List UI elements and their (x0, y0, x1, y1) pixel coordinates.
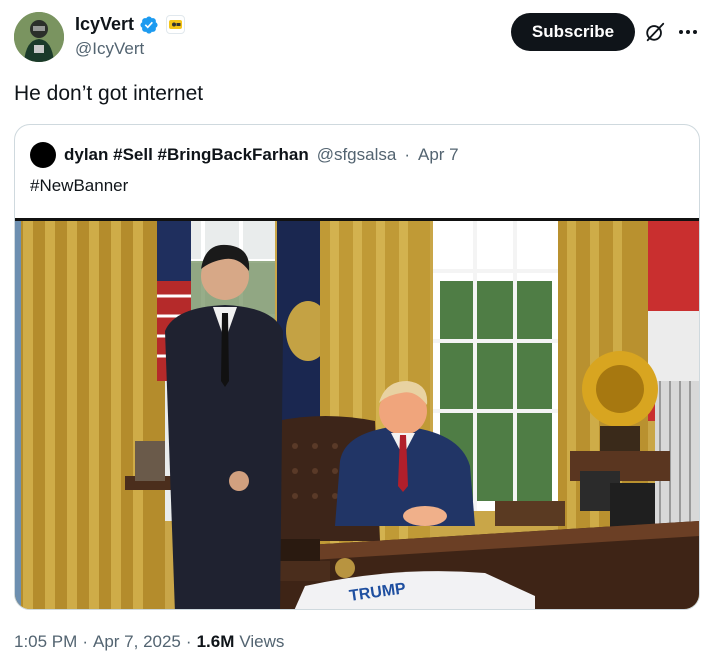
grok-icon[interactable] (644, 21, 666, 43)
quoted-author-display-name[interactable]: dylan #Sell #BringBackFarhan (64, 145, 309, 165)
quoted-tweet-card[interactable]: dylan #Sell #BringBackFarhan @sfgsalsa ·… (14, 124, 700, 610)
verified-badge-icon[interactable] (139, 15, 159, 35)
quoted-tweet-text[interactable]: #NewBanner (30, 176, 128, 196)
author-display-name[interactable]: IcyVert (75, 14, 134, 35)
more-icon[interactable] (676, 20, 700, 44)
views-label: Views (239, 632, 285, 651)
quoted-tweet-header: dylan #Sell #BringBackFarhan @sfgsalsa ·… (30, 142, 459, 168)
tweet-time[interactable]: 1:05 PM (14, 632, 77, 652)
author-name-row: IcyVert (75, 14, 186, 35)
oval-office-photo: TRUMP (15, 221, 699, 609)
quoted-tweet-image[interactable]: TRUMP (15, 218, 699, 609)
tweet-date[interactable]: Apr 7, 2025 (93, 632, 181, 652)
subscribe-button[interactable]: Subscribe (511, 13, 635, 51)
quoted-author-avatar[interactable] (30, 142, 56, 168)
quoted-date[interactable]: Apr 7 (418, 145, 459, 165)
author-avatar[interactable] (14, 12, 64, 62)
meta-separator: · (185, 632, 192, 651)
quoted-author-handle[interactable]: @sfgsalsa (317, 145, 397, 165)
views-count: 1.6M (196, 632, 235, 651)
tweet-meta: 1:05 PM · Apr 7, 2025 · 1.6M Views (14, 632, 284, 652)
tweet-text: He don’t got internet (14, 82, 204, 105)
affiliate-badge-icon[interactable] (166, 15, 186, 34)
avatar-image (14, 12, 64, 62)
quoted-separator: · (404, 145, 410, 164)
meta-separator: · (82, 632, 88, 651)
author-handle[interactable]: @IcyVert (75, 39, 144, 59)
